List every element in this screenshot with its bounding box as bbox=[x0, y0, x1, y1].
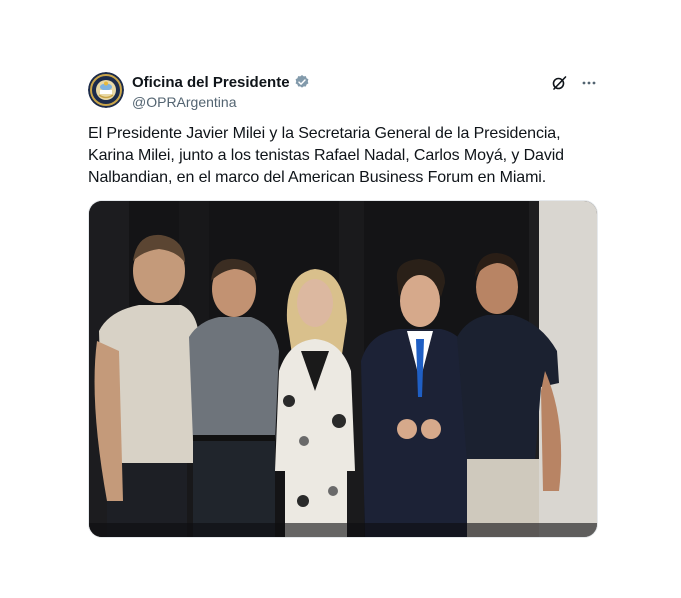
tweet-header: Oficina del Presidente @OPRArgentina bbox=[88, 70, 598, 110]
tweet-photo[interactable] bbox=[88, 200, 598, 538]
avatar[interactable] bbox=[88, 72, 124, 108]
tweet-text: El Presidente Javier Milei y la Secretar… bbox=[88, 125, 564, 186]
verified-badge-icon bbox=[294, 74, 310, 90]
author-handle[interactable]: @OPRArgentina bbox=[132, 94, 310, 110]
presidential-seal-icon bbox=[88, 72, 124, 108]
author-block: Oficina del Presidente @OPRArgentina bbox=[132, 72, 310, 110]
more-icon[interactable] bbox=[580, 74, 598, 92]
display-name[interactable]: Oficina del Presidente bbox=[132, 74, 290, 91]
header-actions bbox=[550, 74, 598, 92]
grok-icon[interactable] bbox=[550, 74, 568, 92]
tweet-card: Oficina del Presidente @OPRArgentina El … bbox=[88, 70, 598, 538]
